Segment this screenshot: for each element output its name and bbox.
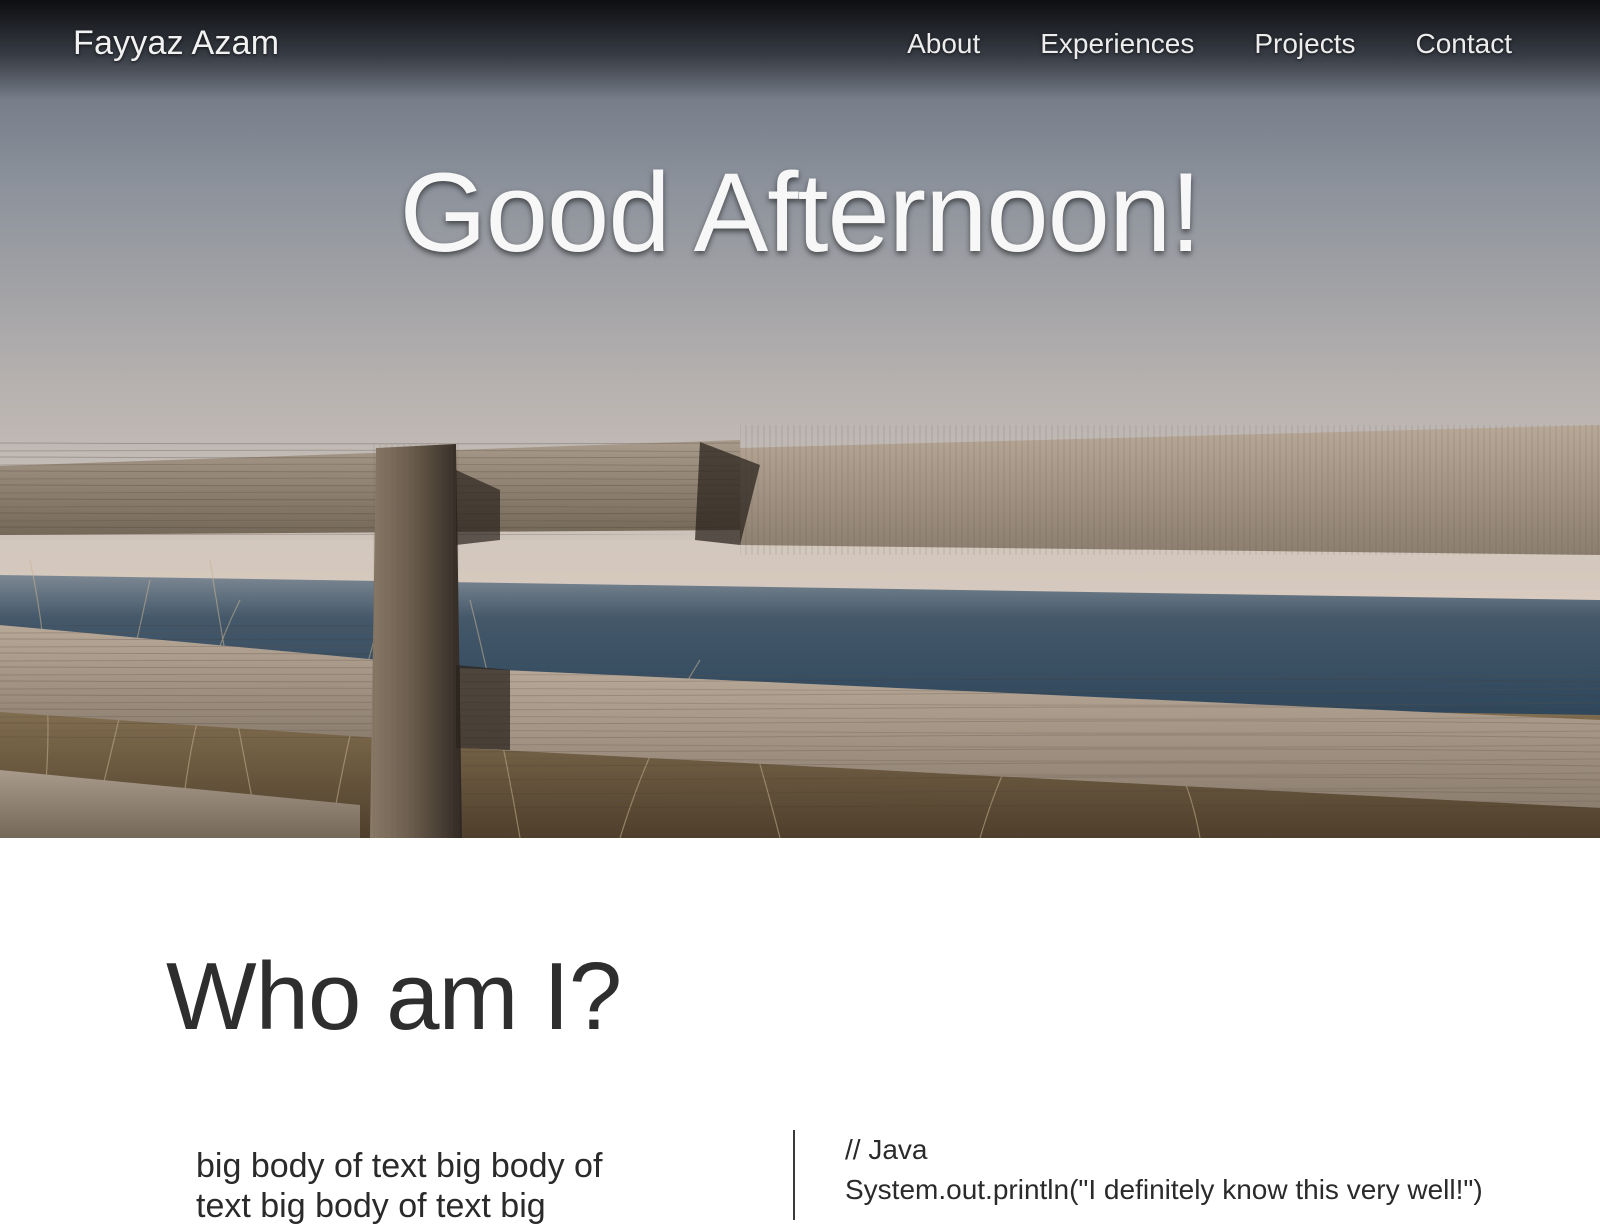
nav-item-about: About <box>907 28 980 60</box>
nav-link-projects[interactable]: Projects <box>1254 28 1355 59</box>
hero-greeting: Good Afternoon! <box>399 150 1202 275</box>
code-snippet: // Java System.out.println("I definitely… <box>845 1130 1483 1210</box>
nav-item-experiences: Experiences <box>1040 28 1194 60</box>
nav-item-projects: Projects <box>1254 28 1355 60</box>
brand-logo-link[interactable]: Fayyaz Azam <box>73 24 279 63</box>
about-body-text: big body of text big body of text big bo… <box>196 1147 603 1225</box>
nav-item-contact: Contact <box>1416 28 1513 60</box>
nav-link-experiences[interactable]: Experiences <box>1040 28 1194 59</box>
hero-banner: Fayyaz Azam About Experiences Projects C… <box>0 0 1600 838</box>
nav-link-contact[interactable]: Contact <box>1416 28 1513 59</box>
column-divider <box>793 1130 795 1220</box>
nav-link-about[interactable]: About <box>907 28 980 59</box>
top-navbar: Fayyaz Azam About Experiences Projects C… <box>0 0 1600 90</box>
about-heading: Who am I? <box>166 943 622 1050</box>
code-line: System.out.println("I definitely know th… <box>845 1174 1483 1205</box>
code-comment: // Java <box>845 1134 928 1165</box>
about-section: Who am I? big body of text big body of t… <box>0 838 1600 1225</box>
hero-background-image <box>0 0 1600 838</box>
nav-links: About Experiences Projects Contact <box>907 28 1512 60</box>
